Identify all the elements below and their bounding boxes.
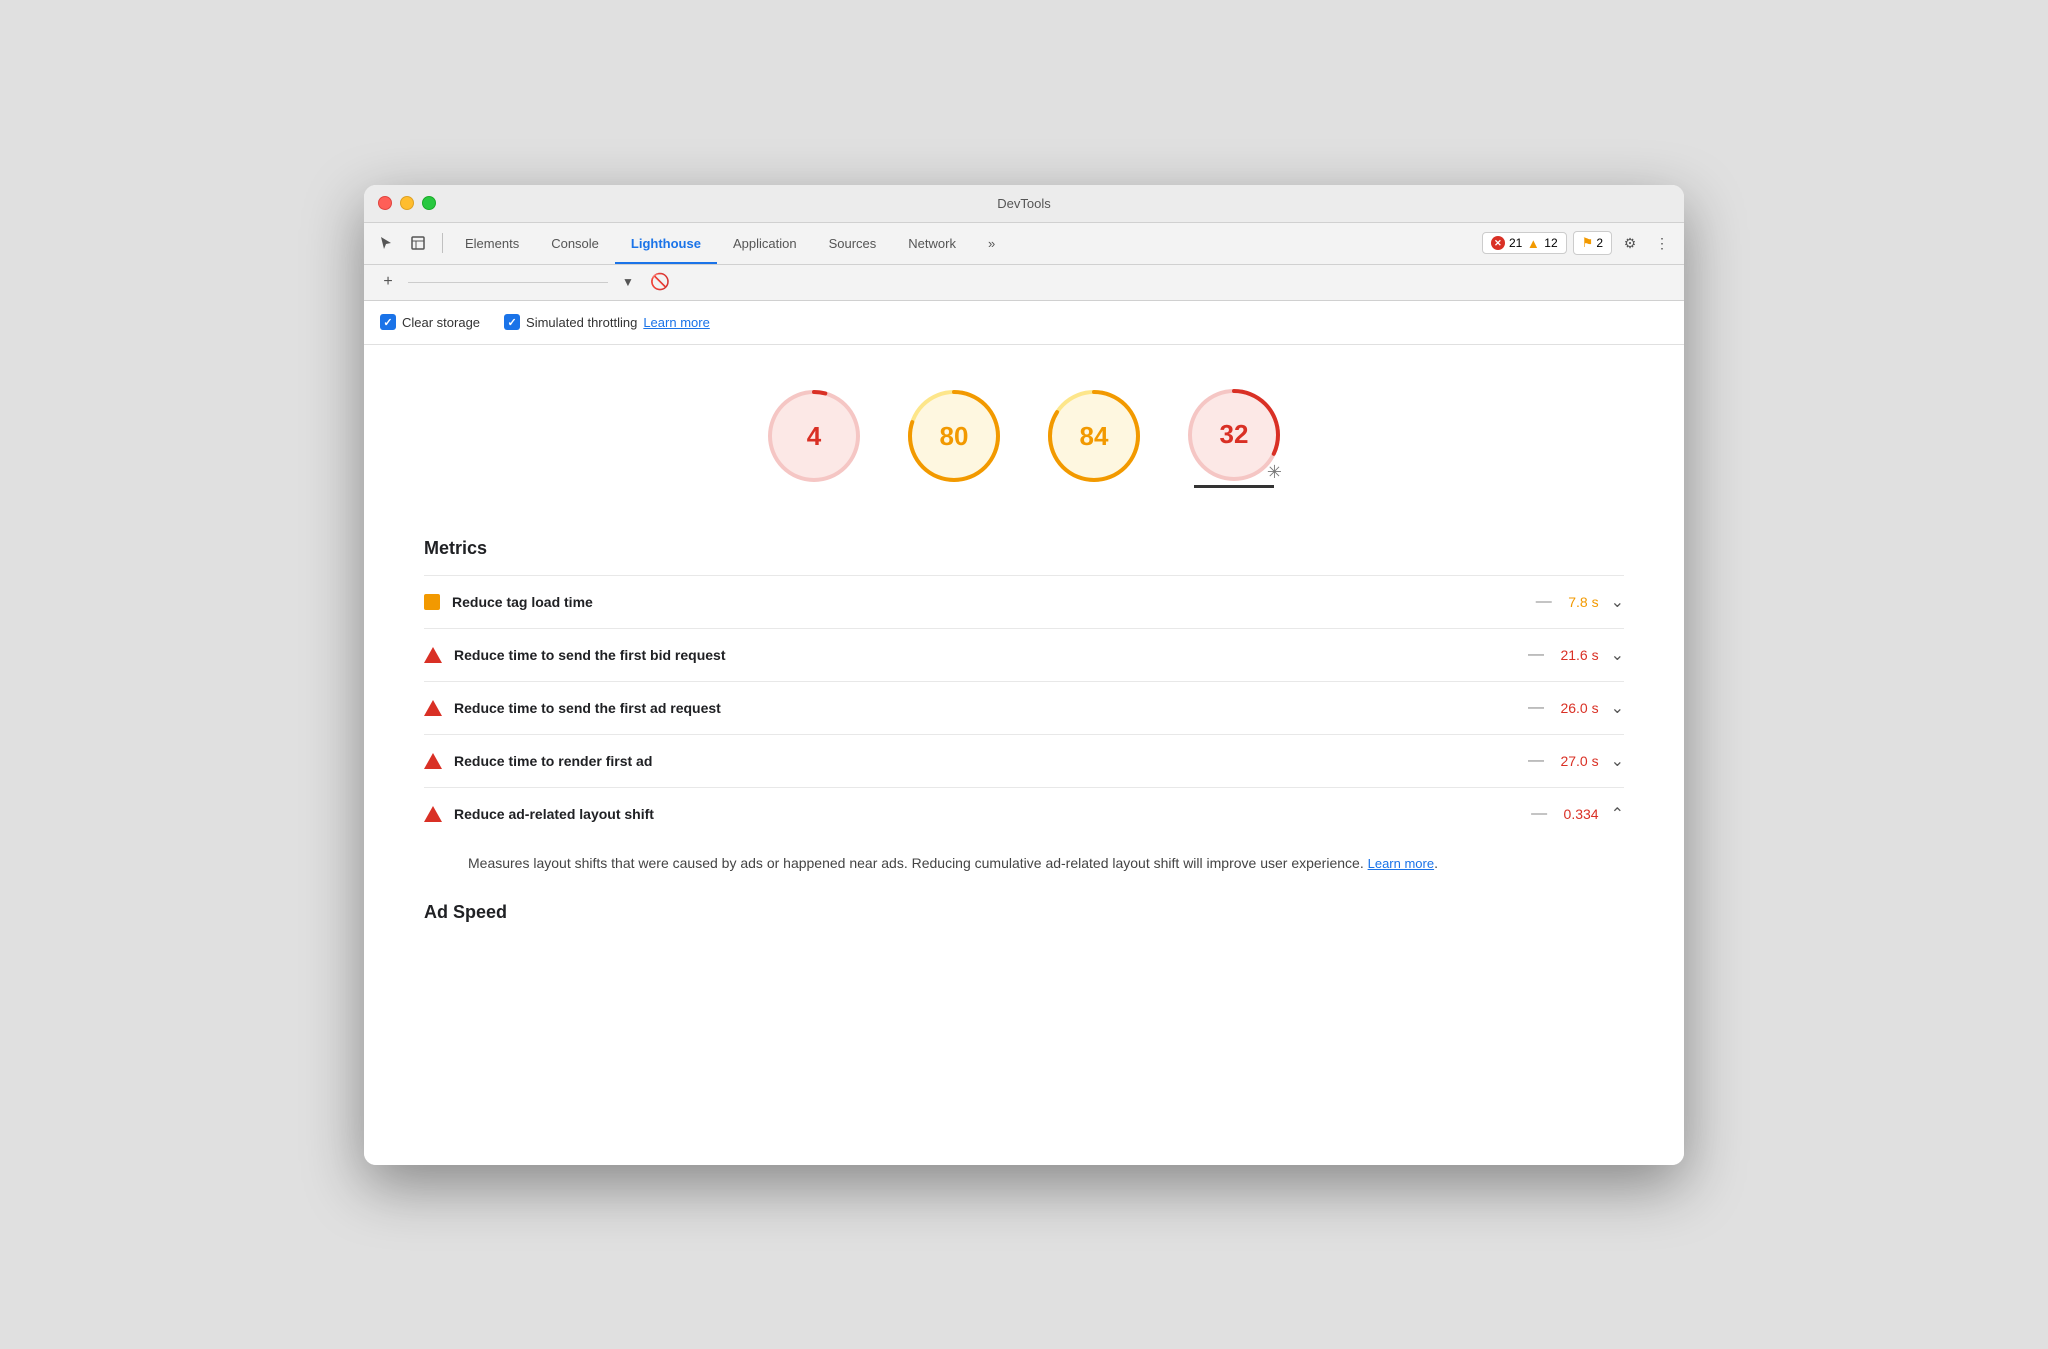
- ad-speed-section: Ad Speed: [364, 882, 1684, 943]
- red-triangle-icon-5: [424, 806, 442, 822]
- close-button[interactable]: [378, 196, 392, 210]
- score-value-3: 84: [1080, 421, 1109, 452]
- throttling-learn-more-link[interactable]: Learn more: [643, 315, 709, 330]
- error-icon: ✕: [1491, 236, 1505, 250]
- metric-sep-1: —: [1531, 593, 1556, 611]
- maximize-button[interactable]: [422, 196, 436, 210]
- metric-value-5: 0.334: [1564, 806, 1599, 822]
- tab-network[interactable]: Network: [892, 223, 972, 264]
- metric-row-3[interactable]: Reduce time to send the first ad request…: [424, 681, 1624, 734]
- info-icon: ⚑: [1582, 235, 1594, 251]
- main-content: 4 80: [364, 345, 1684, 1165]
- metric-description-5: Measures layout shifts that were caused …: [468, 855, 1368, 871]
- score-circle-4[interactable]: 32 ✳: [1184, 385, 1284, 485]
- ad-speed-title: Ad Speed: [424, 882, 1624, 943]
- traffic-lights: [378, 196, 436, 210]
- inspect-icon[interactable]: [404, 229, 432, 257]
- devtools-window: DevTools Elements Cons: [364, 185, 1684, 1165]
- clear-storage-label: Clear storage: [402, 315, 480, 330]
- window-title: DevTools: [997, 196, 1050, 211]
- throttling-checkbox[interactable]: [504, 314, 520, 330]
- metric-value-3: 26.0 s: [1560, 700, 1598, 716]
- clear-storage-group: Clear storage: [380, 314, 480, 330]
- clear-storage-checkbox[interactable]: [380, 314, 396, 330]
- metric-expanded-5: Reduce ad-related layout shift — 0.334 ⌃…: [424, 787, 1624, 883]
- more-options-icon[interactable]: ⋮: [1648, 229, 1676, 257]
- warning-triangle-icon: ▲: [1526, 236, 1540, 250]
- metric-value-4: 27.0 s: [1560, 753, 1598, 769]
- metric-sep-5: —: [1527, 805, 1552, 823]
- metric-label-2: Reduce time to send the first bid reques…: [454, 647, 1520, 663]
- red-triangle-icon-4: [424, 753, 442, 769]
- info-badge[interactable]: ⚑ 2: [1573, 231, 1612, 255]
- options-bar: Clear storage Simulated throttling Learn…: [364, 301, 1684, 345]
- add-button[interactable]: +: [376, 270, 400, 294]
- toolbar-divider: [442, 233, 443, 253]
- errors-badge[interactable]: ✕ 21 ▲ 12: [1482, 232, 1567, 254]
- metric-sep-2: —: [1524, 646, 1549, 664]
- toolbar-right: ✕ 21 ▲ 12 ⚑ 2 ⚙ ⋮: [1482, 229, 1676, 257]
- layout-shift-learn-more-link[interactable]: Learn more: [1368, 856, 1434, 871]
- metric-value-1: 7.8 s: [1568, 594, 1598, 610]
- chevron-down-icon-1: ⌄: [1611, 592, 1624, 612]
- tab-elements[interactable]: Elements: [449, 223, 535, 264]
- tab-application[interactable]: Application: [717, 223, 813, 264]
- metric-label-5: Reduce ad-related layout shift: [454, 806, 1523, 822]
- orange-square-icon: [424, 594, 440, 610]
- metric-sep-4: —: [1524, 752, 1549, 770]
- chevron-up-icon-5: ⌃: [1611, 804, 1624, 824]
- score-circle-2[interactable]: 80: [904, 386, 1004, 486]
- metric-sep-3: —: [1524, 699, 1549, 717]
- metric-label-4: Reduce time to render first ad: [454, 753, 1520, 769]
- settings-icon[interactable]: ⚙: [1616, 229, 1644, 257]
- metric-row-1[interactable]: Reduce tag load time — 7.8 s ⌄: [424, 575, 1624, 628]
- nav-tabs: Elements Console Lighthouse Application …: [449, 223, 1482, 264]
- metric-row-2[interactable]: Reduce time to send the first bid reques…: [424, 628, 1624, 681]
- period: .: [1434, 855, 1438, 871]
- score-value-1: 4: [807, 421, 821, 452]
- score-circle-1[interactable]: 4: [764, 386, 864, 486]
- red-triangle-icon-2: [424, 647, 442, 663]
- metric-row-5[interactable]: Reduce ad-related layout shift — 0.334 ⌃: [424, 788, 1624, 840]
- metric-value-2: 21.6 s: [1560, 647, 1598, 663]
- tab-lighthouse[interactable]: Lighthouse: [615, 223, 717, 264]
- metric-expanded-body-5: Measures layout shifts that were caused …: [424, 840, 1624, 883]
- metrics-section: Metrics Reduce tag load time — 7.8 s ⌄ R…: [364, 518, 1684, 883]
- cursor-icon[interactable]: [372, 229, 400, 257]
- main-toolbar: Elements Console Lighthouse Application …: [364, 223, 1684, 265]
- titlebar: DevTools: [364, 185, 1684, 223]
- red-triangle-icon-3: [424, 700, 442, 716]
- chevron-down-icon-2: ⌄: [1611, 645, 1624, 665]
- metric-label-3: Reduce time to send the first ad request: [454, 700, 1520, 716]
- tab-console[interactable]: Console: [535, 223, 615, 264]
- metric-row-4[interactable]: Reduce time to render first ad — 27.0 s …: [424, 734, 1624, 787]
- no-entry-icon[interactable]: 🚫: [648, 270, 672, 294]
- metric-label-1: Reduce tag load time: [452, 594, 1527, 610]
- toolbar-left: [372, 229, 449, 257]
- chevron-down-icon-3: ⌄: [1611, 698, 1624, 718]
- throttling-label: Simulated throttling: [526, 315, 637, 330]
- metrics-title: Metrics: [424, 518, 1624, 575]
- score-circle-3[interactable]: 84: [1044, 386, 1144, 486]
- dropdown-icon[interactable]: ▼: [616, 270, 640, 294]
- score-value-2: 80: [940, 421, 969, 452]
- minimize-button[interactable]: [400, 196, 414, 210]
- score-value-4: 32: [1220, 419, 1249, 450]
- sub-divider: [408, 282, 608, 283]
- sub-toolbar: + ▼ 🚫: [364, 265, 1684, 301]
- chevron-down-icon-4: ⌄: [1611, 751, 1624, 771]
- plugin-icon: ✳: [1267, 462, 1282, 483]
- tab-sources[interactable]: Sources: [813, 223, 893, 264]
- throttling-group: Simulated throttling Learn more: [504, 314, 710, 330]
- tab-more[interactable]: »: [972, 223, 1011, 264]
- scores-section: 4 80: [364, 345, 1684, 518]
